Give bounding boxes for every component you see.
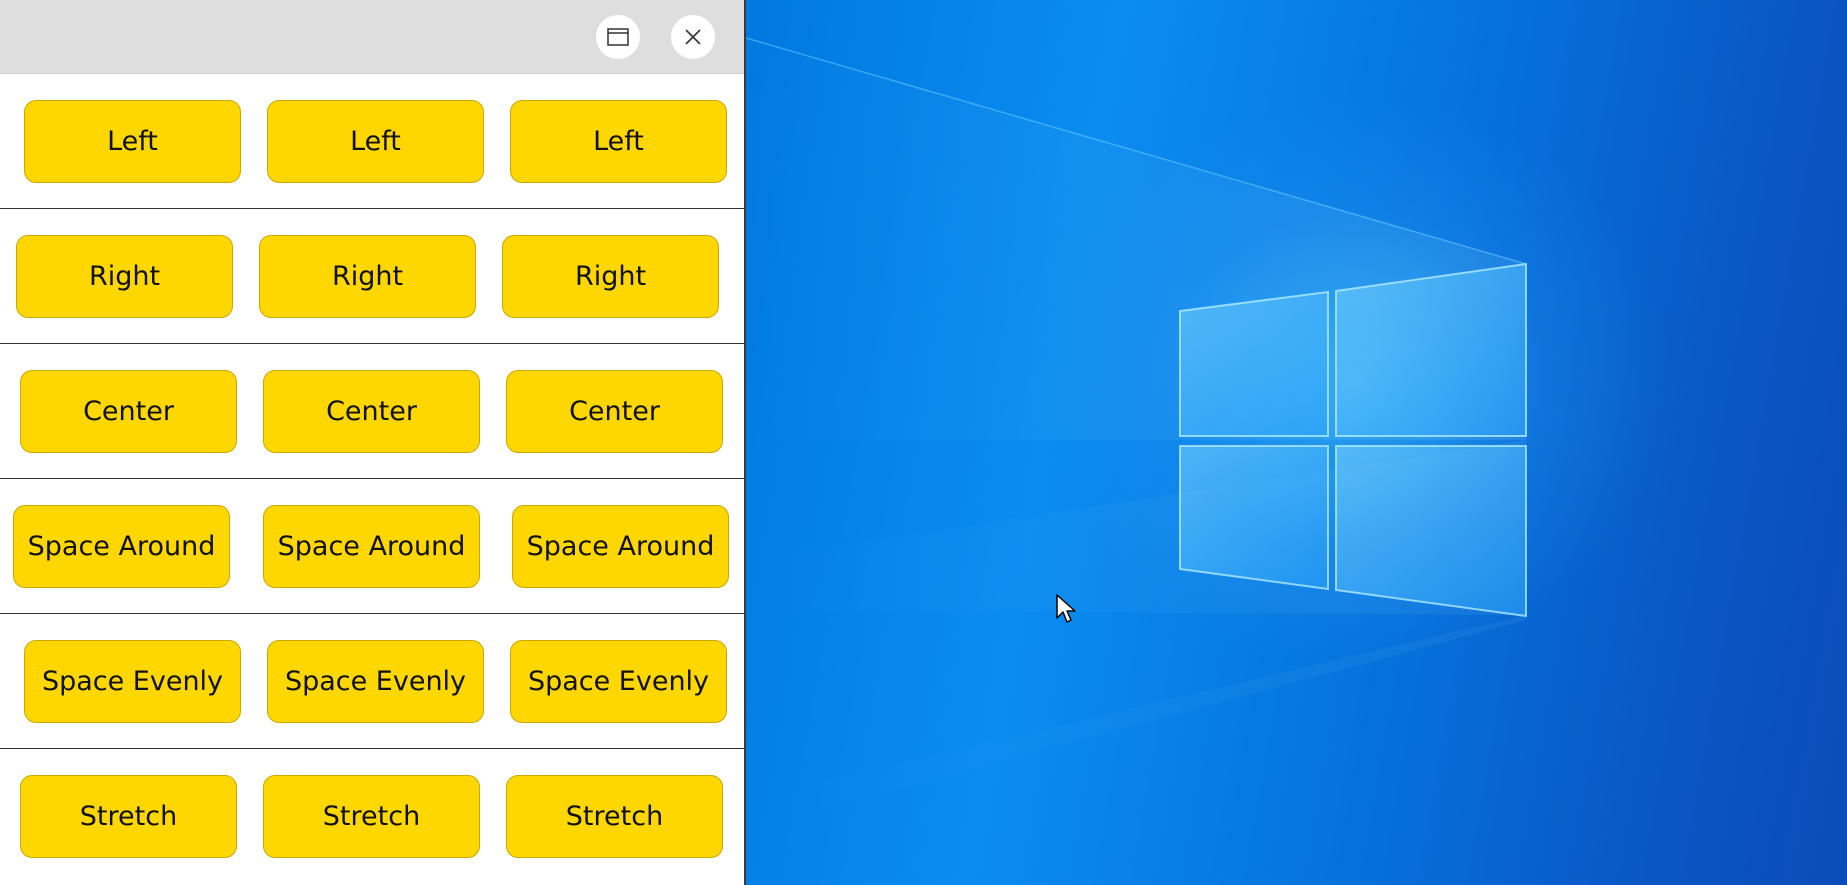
desktop-wallpaper [746, 0, 1847, 885]
row-center: Center Center Center [0, 344, 744, 479]
close-icon [685, 29, 701, 45]
row-space-evenly: Space Evenly Space Evenly Space Evenly [0, 614, 744, 749]
restore-window-icon [607, 28, 629, 46]
right-button-3[interactable]: Right [502, 235, 719, 318]
row-stretch: Stretch Stretch Stretch [0, 749, 744, 885]
restore-button[interactable] [596, 15, 640, 59]
close-button[interactable] [671, 15, 715, 59]
windows-logo-icon [746, 37, 1527, 830]
right-button-2[interactable]: Right [259, 235, 476, 318]
left-button-2[interactable]: Left [267, 100, 484, 183]
mouse-pointer-icon [1056, 594, 1076, 623]
space-evenly-button-3[interactable]: Space Evenly [510, 640, 727, 723]
space-around-button-3[interactable]: Space Around [512, 505, 729, 588]
space-evenly-button-2[interactable]: Space Evenly [267, 640, 484, 723]
space-around-button-2[interactable]: Space Around [263, 505, 480, 588]
row-left: Left Left Left [0, 74, 744, 209]
stretch-button-2[interactable]: Stretch [263, 775, 480, 858]
title-bar[interactable] [0, 0, 744, 74]
center-button-1[interactable]: Center [20, 370, 237, 453]
left-button-3[interactable]: Left [510, 100, 727, 183]
row-space-around: Space Around Space Around Space Around [0, 479, 744, 614]
right-button-1[interactable]: Right [16, 235, 233, 318]
row-right: Right Right Right [0, 209, 744, 344]
app-window: Left Left Left Right Right Right Center … [0, 0, 746, 885]
center-button-3[interactable]: Center [506, 370, 723, 453]
space-evenly-button-1[interactable]: Space Evenly [24, 640, 241, 723]
left-button-1[interactable]: Left [24, 100, 241, 183]
space-around-button-1[interactable]: Space Around [13, 505, 230, 588]
screen: Left Left Left Right Right Right Center … [0, 0, 1847, 885]
button-rows: Left Left Left Right Right Right Center … [0, 74, 744, 885]
stretch-button-1[interactable]: Stretch [20, 775, 237, 858]
stretch-button-3[interactable]: Stretch [506, 775, 723, 858]
center-button-2[interactable]: Center [263, 370, 480, 453]
